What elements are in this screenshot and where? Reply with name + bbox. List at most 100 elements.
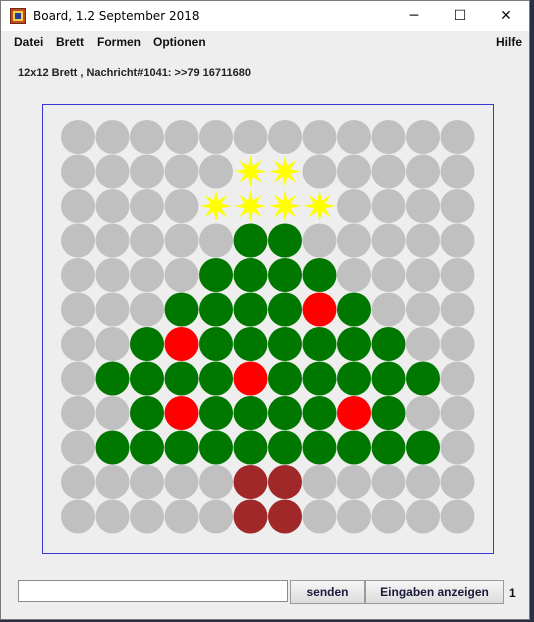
board-cell[interactable]	[130, 154, 164, 189]
board-cell[interactable]	[440, 361, 475, 396]
board-cell[interactable]	[164, 258, 199, 292]
board-cell[interactable]	[199, 223, 233, 258]
board-cell-star[interactable]	[234, 190, 267, 222]
board-cell[interactable]	[233, 223, 268, 258]
board-cell[interactable]	[61, 499, 95, 534]
message-input[interactable]	[18, 580, 288, 602]
board-cell[interactable]	[406, 189, 440, 223]
board-cell[interactable]	[164, 223, 199, 258]
board-cell[interactable]	[164, 499, 199, 534]
show-inputs-button[interactable]: Eingaben anzeigen	[365, 580, 504, 604]
board-cell[interactable]	[95, 396, 130, 430]
menu-brett[interactable]: Brett	[56, 35, 84, 49]
board-cell[interactable]	[61, 327, 95, 361]
board-cell[interactable]	[164, 120, 199, 154]
board-cell[interactable]	[199, 465, 233, 499]
board-cell[interactable]	[406, 499, 440, 534]
board-cell[interactable]	[233, 120, 268, 154]
board-cell[interactable]	[95, 292, 130, 327]
board-cell[interactable]	[302, 499, 337, 534]
board-cell[interactable]	[268, 396, 302, 430]
board-cell[interactable]	[302, 223, 337, 258]
maximize-button[interactable]: ☐	[437, 1, 483, 31]
board-cell[interactable]	[61, 465, 95, 499]
board-cell[interactable]	[95, 223, 130, 258]
menu-hilfe[interactable]: Hilfe	[496, 35, 522, 49]
board-cell[interactable]	[95, 430, 130, 465]
board-cell[interactable]	[130, 361, 164, 396]
board-cell[interactable]	[199, 292, 233, 327]
board-cell[interactable]	[337, 430, 371, 465]
board-cell[interactable]	[406, 258, 440, 292]
board-cell[interactable]	[406, 292, 440, 327]
title-bar[interactable]: Board, 1.2 September 2018 ─ ☐ ✕	[1, 1, 529, 31]
menu-formen[interactable]: Formen	[97, 35, 141, 49]
board-cell[interactable]	[61, 292, 95, 327]
board-cell[interactable]	[371, 430, 406, 465]
board-cell[interactable]	[337, 361, 371, 396]
board-cell[interactable]	[199, 258, 233, 292]
board-cell[interactable]	[268, 292, 302, 327]
board-cell[interactable]	[406, 120, 440, 154]
board-cell[interactable]	[268, 499, 302, 534]
board-cell[interactable]	[130, 327, 164, 361]
board-cell[interactable]	[268, 361, 302, 396]
board-cell[interactable]	[130, 189, 164, 223]
board-cell[interactable]	[302, 396, 337, 430]
board-cell[interactable]	[371, 189, 406, 223]
board-cell[interactable]	[440, 499, 475, 534]
board-cell-star[interactable]	[269, 155, 301, 188]
board-cell[interactable]	[233, 292, 268, 327]
board-cell[interactable]	[406, 396, 440, 430]
board-cell[interactable]	[95, 465, 130, 499]
board-cell[interactable]	[233, 396, 268, 430]
board-cell[interactable]	[371, 396, 406, 430]
board-cell[interactable]	[199, 499, 233, 534]
board-cell[interactable]	[371, 120, 406, 154]
board-cell[interactable]	[199, 430, 233, 465]
board-cell[interactable]	[61, 430, 95, 465]
board-grid[interactable]	[43, 105, 493, 553]
board-cell[interactable]	[406, 465, 440, 499]
board-cell[interactable]	[95, 154, 130, 189]
board-cell[interactable]	[164, 154, 199, 189]
board-cell[interactable]	[371, 361, 406, 396]
menu-datei[interactable]: Datei	[14, 35, 43, 49]
board-cell[interactable]	[302, 120, 337, 154]
board-cell[interactable]	[268, 120, 302, 154]
board-cell[interactable]	[371, 154, 406, 189]
board-cell[interactable]	[302, 154, 337, 189]
board-cell[interactable]	[199, 327, 233, 361]
board-cell[interactable]	[199, 120, 233, 154]
send-button[interactable]: senden	[290, 580, 365, 604]
board-cell[interactable]	[61, 189, 95, 223]
board-cell[interactable]	[337, 120, 371, 154]
board-cell[interactable]	[337, 396, 371, 430]
menu-optionen[interactable]: Optionen	[153, 35, 206, 49]
board-cell[interactable]	[440, 154, 475, 189]
board-cell[interactable]	[199, 396, 233, 430]
board-cell[interactable]	[406, 430, 440, 465]
board-cell[interactable]	[337, 292, 371, 327]
board-cell[interactable]	[130, 292, 164, 327]
board-cell[interactable]	[440, 258, 475, 292]
board-cell[interactable]	[302, 327, 337, 361]
board-cell[interactable]	[164, 430, 199, 465]
board-cell[interactable]	[302, 292, 337, 327]
board-cell[interactable]	[371, 499, 406, 534]
board-cell[interactable]	[130, 465, 164, 499]
board-cell[interactable]	[95, 327, 130, 361]
board-cell[interactable]	[302, 465, 337, 499]
minimize-button[interactable]: ─	[391, 1, 437, 31]
board-cell[interactable]	[268, 258, 302, 292]
board-cell[interactable]	[268, 223, 302, 258]
board-cell[interactable]	[130, 499, 164, 534]
board-cell[interactable]	[130, 430, 164, 465]
board-cell[interactable]	[337, 499, 371, 534]
board-cell[interactable]	[440, 292, 475, 327]
board-cell[interactable]	[440, 223, 475, 258]
board-cell[interactable]	[61, 258, 95, 292]
board-cell[interactable]	[337, 189, 371, 223]
board-cell[interactable]	[61, 396, 95, 430]
board-cell[interactable]	[440, 396, 475, 430]
